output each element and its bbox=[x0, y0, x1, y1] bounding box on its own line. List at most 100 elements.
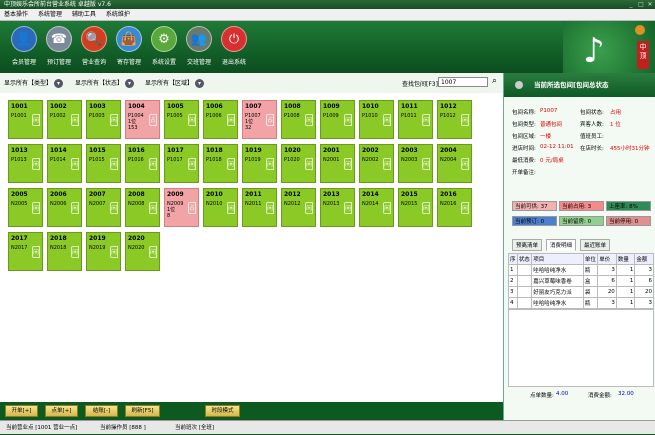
detail-tabs: 预离清单 消费明细 最近账单 bbox=[512, 239, 652, 251]
close-button[interactable]: ✕ bbox=[645, 0, 655, 9]
room-tile[interactable]: 2006 N2006 闲 bbox=[47, 188, 82, 227]
room-tile[interactable]: 1013 P1013 闲 bbox=[8, 144, 43, 183]
room-number: 1012 bbox=[440, 103, 457, 110]
info-value: 455小时31分钟 bbox=[610, 146, 650, 152]
table-cell: 1 bbox=[615, 297, 636, 309]
menu-maintenance[interactable]: 系统维护 bbox=[106, 11, 130, 18]
room-tile[interactable]: 2019 N2019 闲 bbox=[86, 232, 121, 271]
room-tile[interactable]: 1012 P1012 闲 bbox=[437, 100, 472, 139]
type-filter[interactable]: 显示所有【类型】 ▾ bbox=[4, 78, 64, 88]
room-tile[interactable]: 2008 N2008 闲 bbox=[125, 188, 160, 227]
room-tile[interactable]: 1001 P1001 闲 bbox=[8, 100, 43, 139]
room-status-badge: 闲 bbox=[344, 158, 352, 170]
info-value: 普通包间 bbox=[540, 122, 563, 128]
room-number: 1009 bbox=[323, 103, 340, 110]
search-label: 查找包间[F3] bbox=[402, 81, 438, 88]
room-tile[interactable]: 1018 P1018 闲 bbox=[203, 144, 238, 183]
menu-basic[interactable]: 基本操作 bbox=[4, 11, 28, 18]
room-status-badge: 闲 bbox=[461, 158, 469, 170]
exit-button[interactable]: ⏻ 退出系统 bbox=[216, 26, 252, 70]
table-row[interactable]: 3 好丽友巧克力派袋 20 1 20 bbox=[508, 286, 654, 298]
search-input[interactable] bbox=[438, 77, 488, 87]
room-tile[interactable]: 2018 N2018 闲 bbox=[47, 232, 82, 271]
room-tile[interactable]: 2009 N2009 1位 8 占 bbox=[164, 188, 199, 227]
room-tile[interactable]: 2020 N2020 闲 bbox=[125, 232, 160, 271]
storage-button[interactable]: 👜 寄存管理 bbox=[111, 26, 147, 70]
member-button[interactable]: 👤 会员管理 bbox=[6, 26, 42, 70]
room-tile[interactable]: 2001 N2001 闲 bbox=[320, 144, 355, 183]
room-tile[interactable]: 1014 P1014 闲 bbox=[47, 144, 82, 183]
tab-consumption[interactable]: 消费明细 bbox=[546, 239, 577, 251]
room-tile[interactable]: 2003 N2003 闲 bbox=[398, 144, 433, 183]
room-tile[interactable]: 1015 P1015 闲 bbox=[86, 144, 121, 183]
checkout-button[interactable]: 结账[-] bbox=[85, 405, 118, 417]
refresh-button[interactable]: 刷新[F5] bbox=[125, 405, 160, 417]
reservation-button[interactable]: ☎ 预订管理 bbox=[41, 26, 77, 70]
room-tile[interactable]: 1008 P1008 闲 bbox=[281, 100, 316, 139]
table-row[interactable]: 1 哇哈哈纯净水瓶 3 1 3 bbox=[508, 264, 654, 276]
table-cell: 3 bbox=[634, 297, 654, 309]
minimize-button[interactable]: _ bbox=[626, 0, 636, 9]
room-status-badge: 闲 bbox=[110, 246, 118, 258]
room-tile[interactable]: 1004 P1004 1位 153 占 bbox=[125, 100, 160, 139]
tab-checkout-list[interactable]: 预离清单 bbox=[512, 239, 543, 251]
room-tile[interactable]: 1016 P1016 闲 bbox=[125, 144, 160, 183]
zone-filter[interactable]: 显示所有【区域】 ▾ bbox=[145, 78, 205, 88]
room-tile[interactable]: 1019 P1019 闲 bbox=[242, 144, 277, 183]
room-status-badge: 闲 bbox=[344, 202, 352, 214]
room-tile[interactable]: 2005 N2005 闲 bbox=[8, 188, 43, 227]
room-status-badge: 闲 bbox=[110, 158, 118, 170]
table-row[interactable]: 2 嘉兴草莓味香卷盒 6 1 6 bbox=[508, 275, 654, 287]
room-tile[interactable]: 1011 P1011 闲 bbox=[398, 100, 433, 139]
menu-system[interactable]: 系统管理 bbox=[38, 11, 62, 18]
add-item-button[interactable]: 点单[+] bbox=[45, 405, 78, 417]
room-tile[interactable]: 1002 P1002 闲 bbox=[47, 100, 82, 139]
time-mode-button[interactable]: 时段模式 bbox=[205, 405, 240, 417]
room-status-badge: 闲 bbox=[110, 114, 118, 126]
room-tile[interactable]: 2011 N2011 闲 bbox=[242, 188, 277, 227]
room-tile[interactable]: 2010 N2010 闲 bbox=[203, 188, 238, 227]
chevron-down-icon: ▾ bbox=[54, 79, 64, 88]
table-row[interactable]: 4 哇哈哈纯净水瓶 3 1 3 bbox=[508, 297, 654, 309]
room-tile[interactable]: 2017 N2017 闲 bbox=[8, 232, 43, 271]
room-tile[interactable]: 1020 P1020 闲 bbox=[281, 144, 316, 183]
room-number: 2020 bbox=[128, 235, 145, 242]
room-tile[interactable]: 2012 N2012 闲 bbox=[281, 188, 316, 227]
room-tile[interactable]: 1005 P1005 闲 bbox=[164, 100, 199, 139]
room-status-badge: 闲 bbox=[383, 202, 391, 214]
room-status-badge: 闲 bbox=[149, 202, 157, 214]
search-icon[interactable]: ⌕ bbox=[492, 77, 497, 86]
business-query-button[interactable]: 🔍 营业查询 bbox=[76, 26, 112, 70]
room-tile[interactable]: 2015 N2015 闲 bbox=[398, 188, 433, 227]
room-status-badge: 闲 bbox=[461, 114, 469, 126]
room-tile[interactable]: 1017 P1017 闲 bbox=[164, 144, 199, 183]
room-tile[interactable]: 2002 N2002 闲 bbox=[359, 144, 394, 183]
info-key: 在店时长: bbox=[580, 146, 604, 152]
room-tile[interactable]: 2016 N2016 闲 bbox=[437, 188, 472, 227]
room-tile[interactable]: 1010 P1010 闲 bbox=[359, 100, 394, 139]
table-cell: 3 bbox=[634, 264, 654, 276]
shift-label: 交班管理 bbox=[186, 59, 211, 66]
open-order-button[interactable]: 开单[+] bbox=[5, 405, 38, 417]
shift-button[interactable]: 👥 交班管理 bbox=[181, 26, 217, 70]
room-tile[interactable]: 1006 P1006 闲 bbox=[203, 100, 238, 139]
menu-tools[interactable]: 辅助工具 bbox=[72, 11, 96, 18]
room-status-badge: 闲 bbox=[266, 202, 274, 214]
tab-recent-bills[interactable]: 最近账单 bbox=[580, 239, 611, 251]
room-tile[interactable]: 1007 P1007 1位 32 占 bbox=[242, 100, 277, 139]
room-number: 1003 bbox=[89, 103, 106, 110]
room-tile[interactable]: 2007 N2007 闲 bbox=[86, 188, 121, 227]
status-filter[interactable]: 显示所有【状态】 ▾ bbox=[75, 78, 135, 88]
room-tile[interactable]: 1003 P1003 闲 bbox=[86, 100, 121, 139]
info-key: 开单备注: bbox=[512, 170, 536, 176]
room-tile[interactable]: 2014 N2014 闲 bbox=[359, 188, 394, 227]
room-tile[interactable]: 1009 P1009 闲 bbox=[320, 100, 355, 139]
room-tile[interactable]: 2004 N2004 闲 bbox=[437, 144, 472, 183]
settings-button[interactable]: ⚙ 系统设置 bbox=[146, 26, 182, 70]
room-status-badge: 闲 bbox=[422, 202, 430, 214]
room-number: 2003 bbox=[401, 147, 418, 154]
table-cell: 哇哈哈纯净水 bbox=[531, 264, 584, 276]
table-cell: 3 bbox=[597, 297, 617, 309]
room-number: 1013 bbox=[11, 147, 28, 154]
room-tile[interactable]: 2013 N2013 闲 bbox=[320, 188, 355, 227]
